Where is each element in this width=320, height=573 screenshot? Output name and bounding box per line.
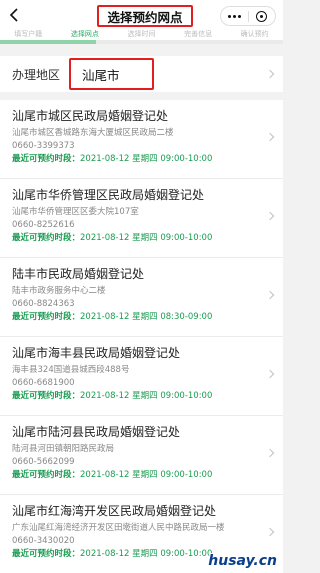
chevron-right-icon [265,69,275,79]
office-name: 汕尾市华侨管理区民政局婚姻登记处 [12,188,205,202]
office-name: 汕尾市红海湾开发区民政局婚姻登记处 [12,504,217,518]
slot-label: 最近可预约时段： [12,549,81,559]
more-menu-icon[interactable] [221,14,248,18]
office-name: 汕尾市海丰县民政局婚姻登记处 [12,346,181,360]
office-slot: 最近可预约时段：2021-08-12 星期四 09:00-10:00 [12,390,271,402]
region-value[interactable]: 汕尾市 [69,58,154,90]
office-item[interactable]: 汕尾市陆河县民政局婚姻登记处 陆河县河田镇朝阳路民政局 0660-5662099… [0,416,283,495]
office-slot: 最近可预约时段：2021-08-12 星期四 09:00-10:00 [12,232,271,244]
office-address: 汕尾市华侨管理区区委大院107室 [12,207,139,217]
office-name: 陆丰市民政局婚姻登记处 [12,267,145,281]
step-progress-bar [0,40,283,44]
office-phone: 0660-5662099 [12,457,75,467]
office-phone: 0660-8252616 [12,220,75,230]
office-address: 广东汕尾红海湾经济开发区田墘街道人民中路民政局一楼 [12,523,225,533]
office-item[interactable]: 汕尾市华侨管理区民政局婚姻登记处 汕尾市华侨管理区区委大院107室 0660-8… [0,179,283,258]
mini-program-capsule [220,6,276,26]
step-1: 填写户籍 [14,30,43,38]
back-arrow-icon[interactable] [9,8,21,22]
office-phone: 0660-6681900 [12,378,75,388]
step-2-active: 选择网点 [70,30,99,38]
region-label: 办理地区 [12,68,61,82]
region-selector[interactable]: 办理地区 汕尾市 [0,56,283,92]
slot-time: 2021-08-12 星期四 09:00-10:00 [80,154,213,164]
office-address: 陆丰市政务服务中心二楼 [12,286,106,296]
office-name: 汕尾市城区民政局婚姻登记处 [12,109,169,123]
slot-label: 最近可预约时段： [12,312,81,322]
office-address: 汕尾市城区香城路东海大厦城区民政局二楼 [12,128,174,138]
office-slot: 最近可预约时段：2021-08-12 星期四 08:30-09:00 [12,311,271,323]
office-phone: 0660-3430020 [12,536,75,546]
page-title: 选择预约网点 [97,5,193,27]
nav-bar: 选择预约网点 [0,0,283,30]
slot-time: 2021-08-12 星期四 09:00-10:00 [80,391,213,401]
step-4: 完善信息 [184,30,213,38]
office-item[interactable]: 汕尾市城区民政局婚姻登记处 汕尾市城区香城路东海大厦城区民政局二楼 0660-3… [0,100,283,179]
close-mini-program-icon[interactable] [249,10,276,22]
step-5: 确认预约 [240,30,269,38]
office-address: 海丰县324国道县城西段488号 [12,365,130,375]
slot-time: 2021-08-12 星期四 08:30-09:00 [80,312,213,322]
slot-label: 最近可预约时段： [12,391,81,401]
slot-time: 2021-08-12 星期四 09:00-10:00 [80,549,213,559]
office-slot: 最近可预约时段：2021-08-12 星期四 09:00-10:00 [12,153,271,165]
slot-time: 2021-08-12 星期四 09:00-10:00 [80,470,213,480]
office-address: 陆河县河田镇朝阳路民政局 [12,444,115,454]
office-phone: 0660-3399373 [12,141,75,151]
step-indicator: 填写户籍 选择网点 选择时间 完善信息 确认预约 [0,30,283,40]
office-phone: 0660-8824363 [12,299,75,309]
slot-label: 最近可预约时段： [12,470,81,480]
office-item[interactable]: 陆丰市民政局婚姻登记处 陆丰市政务服务中心二楼 0660-8824363 最近可… [0,258,283,337]
slot-label: 最近可预约时段： [12,233,81,243]
office-list: 汕尾市城区民政局婚姻登记处 汕尾市城区香城路东海大厦城区民政局二楼 0660-3… [0,100,283,573]
office-slot: 最近可预约时段：2021-08-12 星期四 09:00-10:00 [12,469,271,481]
office-name: 汕尾市陆河县民政局婚姻登记处 [12,425,181,439]
watermark: husay.cn [208,553,277,569]
office-item[interactable]: 汕尾市海丰县民政局婚姻登记处 海丰县324国道县城西段488号 0660-668… [0,337,283,416]
slot-label: 最近可预约时段： [12,154,81,164]
slot-time: 2021-08-12 星期四 09:00-10:00 [80,233,213,243]
step-3: 选择时间 [127,30,156,38]
